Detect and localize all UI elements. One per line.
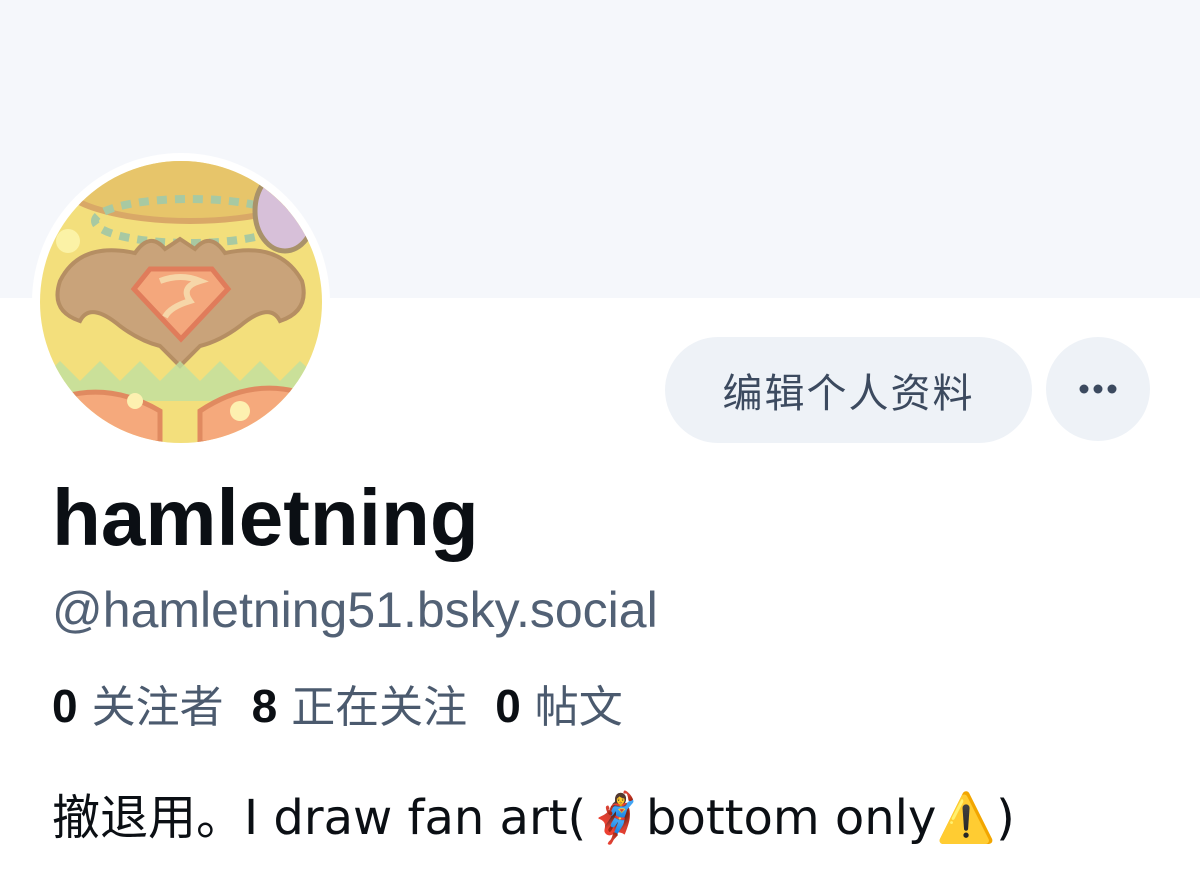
following-stat[interactable]: 8 正在关注 — [252, 683, 468, 730]
avatar[interactable] — [40, 161, 322, 443]
followers-stat[interactable]: 0 关注者 — [52, 683, 224, 730]
profile-page: 编辑个人资料 hamletning @hamletning51.bsky.soc… — [0, 0, 1200, 888]
edit-profile-button[interactable]: 编辑个人资料 — [665, 337, 1032, 443]
profile-bio: 撤退用。I draw fan art(🦸‍♀️bottom only⚠️) — [52, 790, 1015, 846]
following-label: 正在关注 — [291, 682, 468, 733]
ellipsis-icon — [1079, 384, 1117, 394]
followers-count: 0 — [52, 680, 78, 732]
display-name: hamletning — [52, 473, 479, 562]
profile-handle: @hamletning51.bsky.social — [52, 582, 658, 638]
following-count: 8 — [251, 680, 278, 732]
posts-count: 0 — [495, 680, 521, 732]
more-options-button[interactable] — [1046, 337, 1150, 441]
posts-label: 帖文 — [534, 682, 623, 733]
posts-stat[interactable]: 0 帖文 — [495, 683, 623, 730]
edit-profile-label: 编辑个人资料 — [722, 371, 975, 417]
followers-label: 关注者 — [91, 682, 224, 733]
profile-stats: 0 关注者 8 正在关注 0 帖文 — [52, 683, 651, 730]
superman-batman-avatar-icon — [40, 161, 322, 443]
